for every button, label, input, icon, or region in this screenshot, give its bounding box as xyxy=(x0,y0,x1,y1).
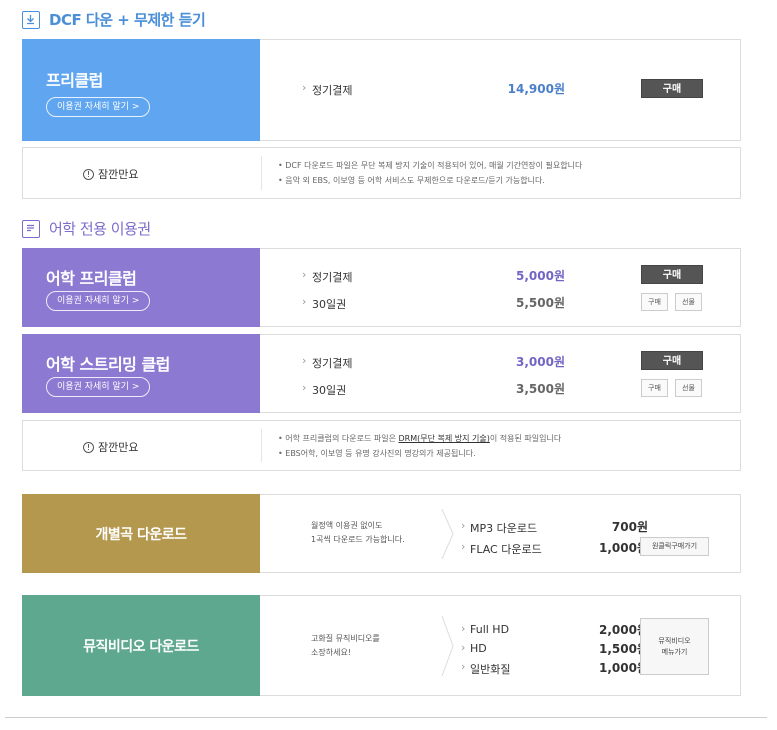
button-line: 메뉴가기 xyxy=(661,648,688,656)
notice-lines: • DCF 다운로드 파일은 무단 복제 방지 기술이 적용되어 있어, 매월 … xyxy=(278,158,582,188)
lang-stream-row2-label: 30일권 xyxy=(302,381,346,398)
free-club-row-price: 14,900원 xyxy=(507,82,565,96)
notice-line: • 음악 외 EBS, 이보영 등 어학 서비스도 무제한으로 다운로드/듣기 … xyxy=(278,176,545,185)
mp3-price: 700원 xyxy=(611,520,648,534)
lang-stream-row2-gift-button[interactable]: 선물 xyxy=(675,379,702,397)
sd-price: 1,000원 xyxy=(599,661,648,675)
lang-free-club-name: 어학 프리클럽 xyxy=(46,269,137,288)
desc-line: 월정액 이용권 없이도 xyxy=(311,521,383,530)
notice-wait: ! 잠깐만요 xyxy=(83,439,138,455)
notice-language: ! 잠깐만요 • 어학 프리클럽의 다운로드 파일은 DRM(무단 복제 방지 … xyxy=(22,420,741,471)
chevron-right-icon xyxy=(441,509,454,559)
notice-wait: ! 잠깐만요 xyxy=(83,166,138,182)
exclamation-icon: ! xyxy=(83,168,94,180)
notice-line: • EBS어학, 이보영 등 유명 강사진의 명강의가 제공됩니다. xyxy=(278,449,476,458)
lang-stream-row2-price: 3,500원 xyxy=(516,382,565,396)
document-icon xyxy=(22,219,40,238)
flac-price: 1,000원 xyxy=(599,541,648,555)
hd-label: HD xyxy=(461,641,487,655)
free-club-side: 프리클럽 이용권 자세히 알기 > xyxy=(22,39,260,141)
lang-streaming-club-name: 어학 스트리밍 클럽 xyxy=(46,355,170,374)
notice-title: 잠깐만요 xyxy=(98,168,139,181)
free-club-buy-button[interactable]: 구매 xyxy=(641,79,703,98)
lang-stream-row1-buy-button[interactable]: 구매 xyxy=(641,351,703,370)
download-icon xyxy=(22,10,40,29)
free-club-card: 프리클럽 이용권 자세히 알기 > 정기결제 14,900원 구매 xyxy=(22,39,741,141)
notice-line: • DCF 다운로드 파일은 무단 복제 방지 기술이 적용되어 있어, 매월 … xyxy=(278,161,583,170)
lang-stream-row1-label: 정기결제 xyxy=(302,354,353,371)
lang-streaming-club-side: 어학 스트리밍 클럽 이용권 자세히 알기 > xyxy=(22,334,260,413)
mp3-label: MP3 다운로드 xyxy=(461,519,537,536)
lang-free-club-detail-button[interactable]: 이용권 자세히 알기 > xyxy=(46,291,151,311)
button-line: 뮤직비디오 xyxy=(658,637,691,645)
lang-free-row2-label: 30일권 xyxy=(302,295,346,312)
full-hd-price: 2,000원 xyxy=(599,623,648,637)
single-download-name: 개별곡 다운로드 xyxy=(95,527,187,543)
drm-link[interactable]: DRM(무단 복제 방지 기술) xyxy=(398,434,489,443)
notice-text: • 어학 프리클럽의 다운로드 파일은 xyxy=(278,434,399,443)
hd-price: 1,500원 xyxy=(599,642,648,656)
lang-free-row1-buy-button[interactable]: 구매 xyxy=(641,265,703,284)
lang-free-club-side: 어학 프리클럽 이용권 자세히 알기 > xyxy=(22,248,260,327)
mv-download-name: 뮤직비디오 다운로드 xyxy=(83,639,199,655)
section-title-text: DCF 다운 + 무제한 듣기 xyxy=(49,11,206,29)
mv-download-side: 뮤직비디오 다운로드 xyxy=(22,595,260,696)
notice-text: 이 적용된 파일입니다 xyxy=(489,434,562,443)
notice-line: • 어학 프리클럽의 다운로드 파일은 DRM(무단 복제 방지 기술)이 적용… xyxy=(278,431,561,446)
lang-free-row2-buy-button[interactable]: 구매 xyxy=(641,293,668,311)
lang-free-row1-price: 5,000원 xyxy=(516,269,565,283)
single-download-side: 개별곡 다운로드 xyxy=(22,494,260,573)
mv-menu-button[interactable]: 뮤직비디오 메뉴가기 xyxy=(640,618,709,675)
full-hd-label: Full HD xyxy=(461,622,509,636)
sd-label: 일반화질 xyxy=(461,660,511,677)
bottom-divider xyxy=(5,717,767,718)
section-title-text: 어학 전용 이용권 xyxy=(49,220,151,238)
section-title-language: 어학 전용 이용권 xyxy=(22,218,151,239)
one-click-buy-button[interactable]: 원클릭구매가기 xyxy=(640,537,709,556)
free-club-name: 프리클럽 xyxy=(46,71,103,90)
lang-stream-row1-price: 3,000원 xyxy=(516,355,565,369)
exclamation-icon: ! xyxy=(83,441,94,453)
divider xyxy=(261,156,262,190)
flac-label: FLAC 다운로드 xyxy=(461,540,542,557)
desc-line: 고화질 뮤직비디오를 xyxy=(311,634,380,643)
lang-streaming-club-card: 어학 스트리밍 클럽 이용권 자세히 알기 > 정기결제 3,000원 구매 3… xyxy=(22,334,741,413)
lang-free-row2-gift-button[interactable]: 선물 xyxy=(675,293,702,311)
notice-dcf: ! 잠깐만요 • DCF 다운로드 파일은 무단 복제 방지 기술이 적용되어 … xyxy=(22,147,741,199)
free-club-detail-button[interactable]: 이용권 자세히 알기 > xyxy=(46,97,151,117)
mv-download-card: 뮤직비디오 다운로드 고화질 뮤직비디오를 소장하세요! Full HD 2,0… xyxy=(22,595,741,696)
chevron-right-icon xyxy=(441,616,454,676)
free-club-row-label: 정기결제 xyxy=(302,81,353,98)
section-title-dcf: DCF 다운 + 무제한 듣기 xyxy=(22,9,206,30)
single-download-card: 개별곡 다운로드 월정액 이용권 없이도 1곡씩 다운로드 가능합니다. MP3… xyxy=(22,494,741,573)
desc-line: 1곡씩 다운로드 가능합니다. xyxy=(311,535,405,544)
lang-free-row1-label: 정기결제 xyxy=(302,268,353,285)
notice-lines: • 어학 프리클럽의 다운로드 파일은 DRM(무단 복제 방지 기술)이 적용… xyxy=(278,431,561,461)
notice-title: 잠깐만요 xyxy=(98,441,139,454)
single-download-desc: 월정액 이용권 없이도 1곡씩 다운로드 가능합니다. xyxy=(311,519,405,547)
lang-streaming-club-detail-button[interactable]: 이용권 자세히 알기 > xyxy=(46,377,151,397)
mv-download-desc: 고화질 뮤직비디오를 소장하세요! xyxy=(311,632,380,660)
lang-free-row2-price: 5,500원 xyxy=(516,296,565,310)
desc-line: 소장하세요! xyxy=(311,648,352,657)
divider xyxy=(261,429,262,462)
lang-stream-row2-buy-button[interactable]: 구매 xyxy=(641,379,668,397)
lang-free-club-card: 어학 프리클럽 이용권 자세히 알기 > 정기결제 5,000원 구매 30일권… xyxy=(22,248,741,327)
